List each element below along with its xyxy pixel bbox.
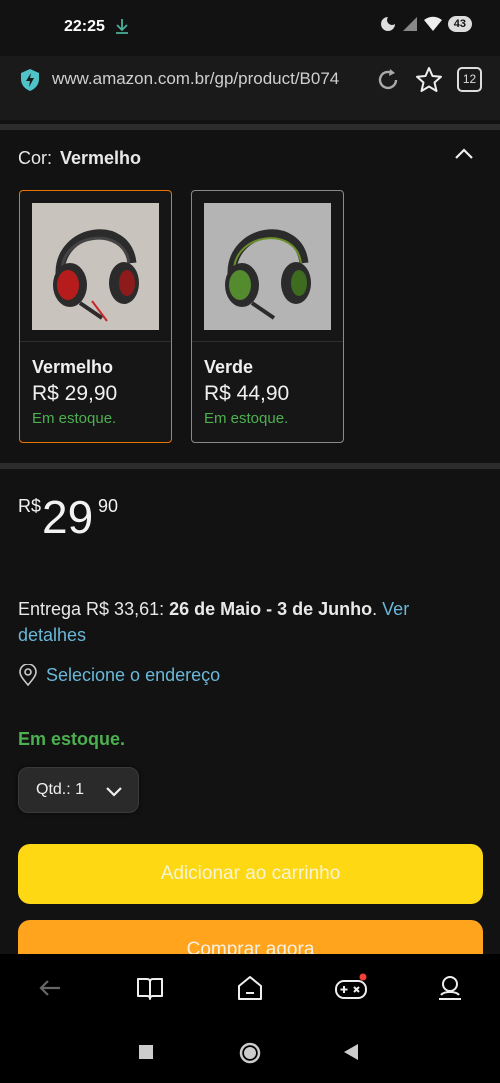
system-nav-bar — [0, 1022, 500, 1083]
dnd-icon — [380, 17, 395, 31]
triangle-back-icon[interactable] — [343, 1043, 359, 1061]
quantity-select[interactable]: Qtd.: 1 — [18, 767, 139, 813]
back-arrow-icon[interactable] — [35, 973, 65, 1003]
chevron-down-icon — [106, 787, 122, 797]
browser-bottom-nav — [0, 954, 500, 1022]
color-selected: Vermelho — [60, 148, 142, 168]
gamepad-icon[interactable] — [334, 973, 368, 1003]
price-cents: 90 — [98, 496, 119, 516]
delivery-info: Entrega R$ 33,61: 26 de Maio - 3 de Junh… — [18, 599, 410, 645]
signal-icon — [402, 17, 417, 31]
variant-name: Vermelho — [32, 357, 114, 377]
section-divider — [0, 463, 500, 469]
product-image-green-headset — [204, 203, 331, 330]
wifi-icon — [423, 16, 442, 31]
color-selector-label: Cor: Vermelho — [18, 148, 141, 169]
star-icon[interactable] — [414, 65, 444, 95]
url-text[interactable]: www.amazon.com.br/gp/product/B074 — [52, 69, 362, 89]
status-icons: 43 — [380, 16, 472, 32]
profile-icon[interactable] — [435, 973, 465, 1003]
variant-stock: Em estoque. — [204, 410, 289, 427]
quantity-label: Qtd.: 1 — [36, 781, 85, 798]
location-pin-icon — [19, 664, 37, 686]
refresh-icon[interactable] — [374, 66, 402, 94]
select-address-text[interactable]: Selecione o endereço — [46, 665, 220, 686]
home-icon[interactable] — [235, 973, 265, 1003]
add-to-cart-button[interactable]: Adicionar ao carrinho — [18, 844, 483, 904]
download-icon — [116, 19, 128, 34]
product-image-red-headset — [32, 203, 159, 330]
variant-stock: Em estoque. — [32, 410, 117, 427]
price-currency: R$ — [18, 496, 42, 516]
book-icon[interactable] — [135, 973, 165, 1003]
variant-option-vermelho[interactable]: Vermelho R$ 29,90 Em estoque. — [19, 190, 172, 443]
price-whole: 29 — [42, 491, 94, 543]
circle-icon[interactable] — [238, 1041, 262, 1065]
shield-icon[interactable] — [18, 68, 42, 92]
variant-price: R$ 29,90 — [32, 382, 118, 405]
delivery-prefix: Entrega R$ 33,61: — [18, 599, 170, 619]
chevron-up-icon[interactable] — [452, 142, 476, 166]
delivery-dates: 26 de Maio - 3 de Junho — [169, 599, 373, 619]
variant-price: R$ 44,90 — [204, 382, 290, 405]
select-address-link[interactable]: Selecione o endereço — [18, 664, 220, 686]
variant-option-verde[interactable]: Verde R$ 44,90 Em estoque. — [191, 190, 344, 443]
color-label: Cor: — [18, 148, 53, 168]
status-time: 22:25 — [64, 18, 105, 35]
tab-count-button[interactable]: 12 — [457, 67, 482, 92]
battery-indicator: 43 — [447, 16, 472, 32]
browser-url-bar: www.amazon.com.br/gp/product/B074 12 — [0, 56, 500, 120]
availability-status: Em estoque. — [18, 729, 126, 749]
status-bar: 22:25 43 — [0, 0, 500, 56]
square-icon[interactable] — [138, 1044, 154, 1060]
section-divider — [0, 124, 500, 130]
variant-name: Verde — [204, 357, 254, 377]
